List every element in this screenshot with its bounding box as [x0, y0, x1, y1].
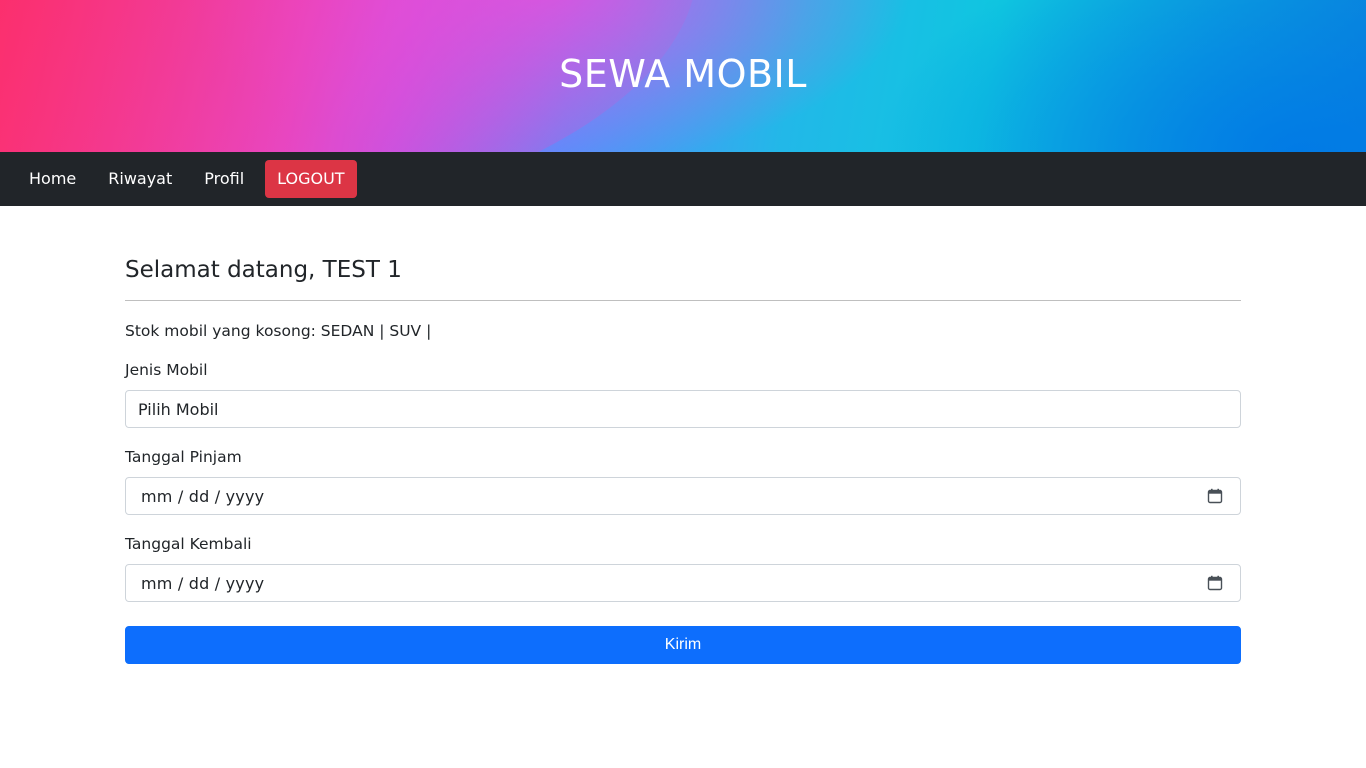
calendar-icon[interactable] — [1207, 488, 1223, 504]
main-content: Selamat datang, TEST 1 Stok mobil yang k… — [125, 206, 1241, 664]
car-type-select[interactable]: Pilih Mobil — [125, 390, 1241, 428]
car-type-selected-value: Pilih Mobil — [138, 399, 219, 419]
car-type-group: Jenis Mobil Pilih Mobil — [125, 359, 1241, 428]
return-date-label: Tanggal Kembali — [125, 535, 252, 553]
divider — [125, 300, 1241, 301]
logout-button[interactable]: LOGOUT — [265, 160, 357, 198]
submit-button[interactable]: Kirim — [125, 626, 1241, 664]
calendar-icon[interactable] — [1207, 575, 1223, 591]
borrow-date-input[interactable]: mm / dd / yyyy — [125, 477, 1241, 515]
nav-riwayat-link[interactable]: Riwayat — [92, 160, 188, 198]
empty-stock-text: Stok mobil yang kosong: SEDAN | SUV | — [125, 322, 432, 340]
borrow-date-group: Tanggal Pinjam mm / dd / yyyy — [125, 446, 1241, 515]
car-type-label: Jenis Mobil — [125, 361, 208, 379]
return-date-group: Tanggal Kembali mm / dd / yyyy — [125, 533, 1241, 602]
borrow-date-label: Tanggal Pinjam — [125, 448, 242, 466]
nav-profil-link[interactable]: Profil — [188, 160, 260, 198]
nav-home-link[interactable]: Home — [13, 160, 92, 198]
return-date-placeholder: mm / dd / yyyy — [141, 573, 265, 593]
header-banner: SEWA MOBIL — [0, 0, 1366, 152]
borrow-date-placeholder: mm / dd / yyyy — [141, 486, 265, 506]
return-date-input[interactable]: mm / dd / yyyy — [125, 564, 1241, 602]
welcome-heading: Selamat datang, TEST 1 — [125, 257, 402, 283]
navbar: Home Riwayat Profil LOGOUT — [0, 152, 1366, 206]
page-title: SEWA MOBIL — [559, 52, 807, 96]
